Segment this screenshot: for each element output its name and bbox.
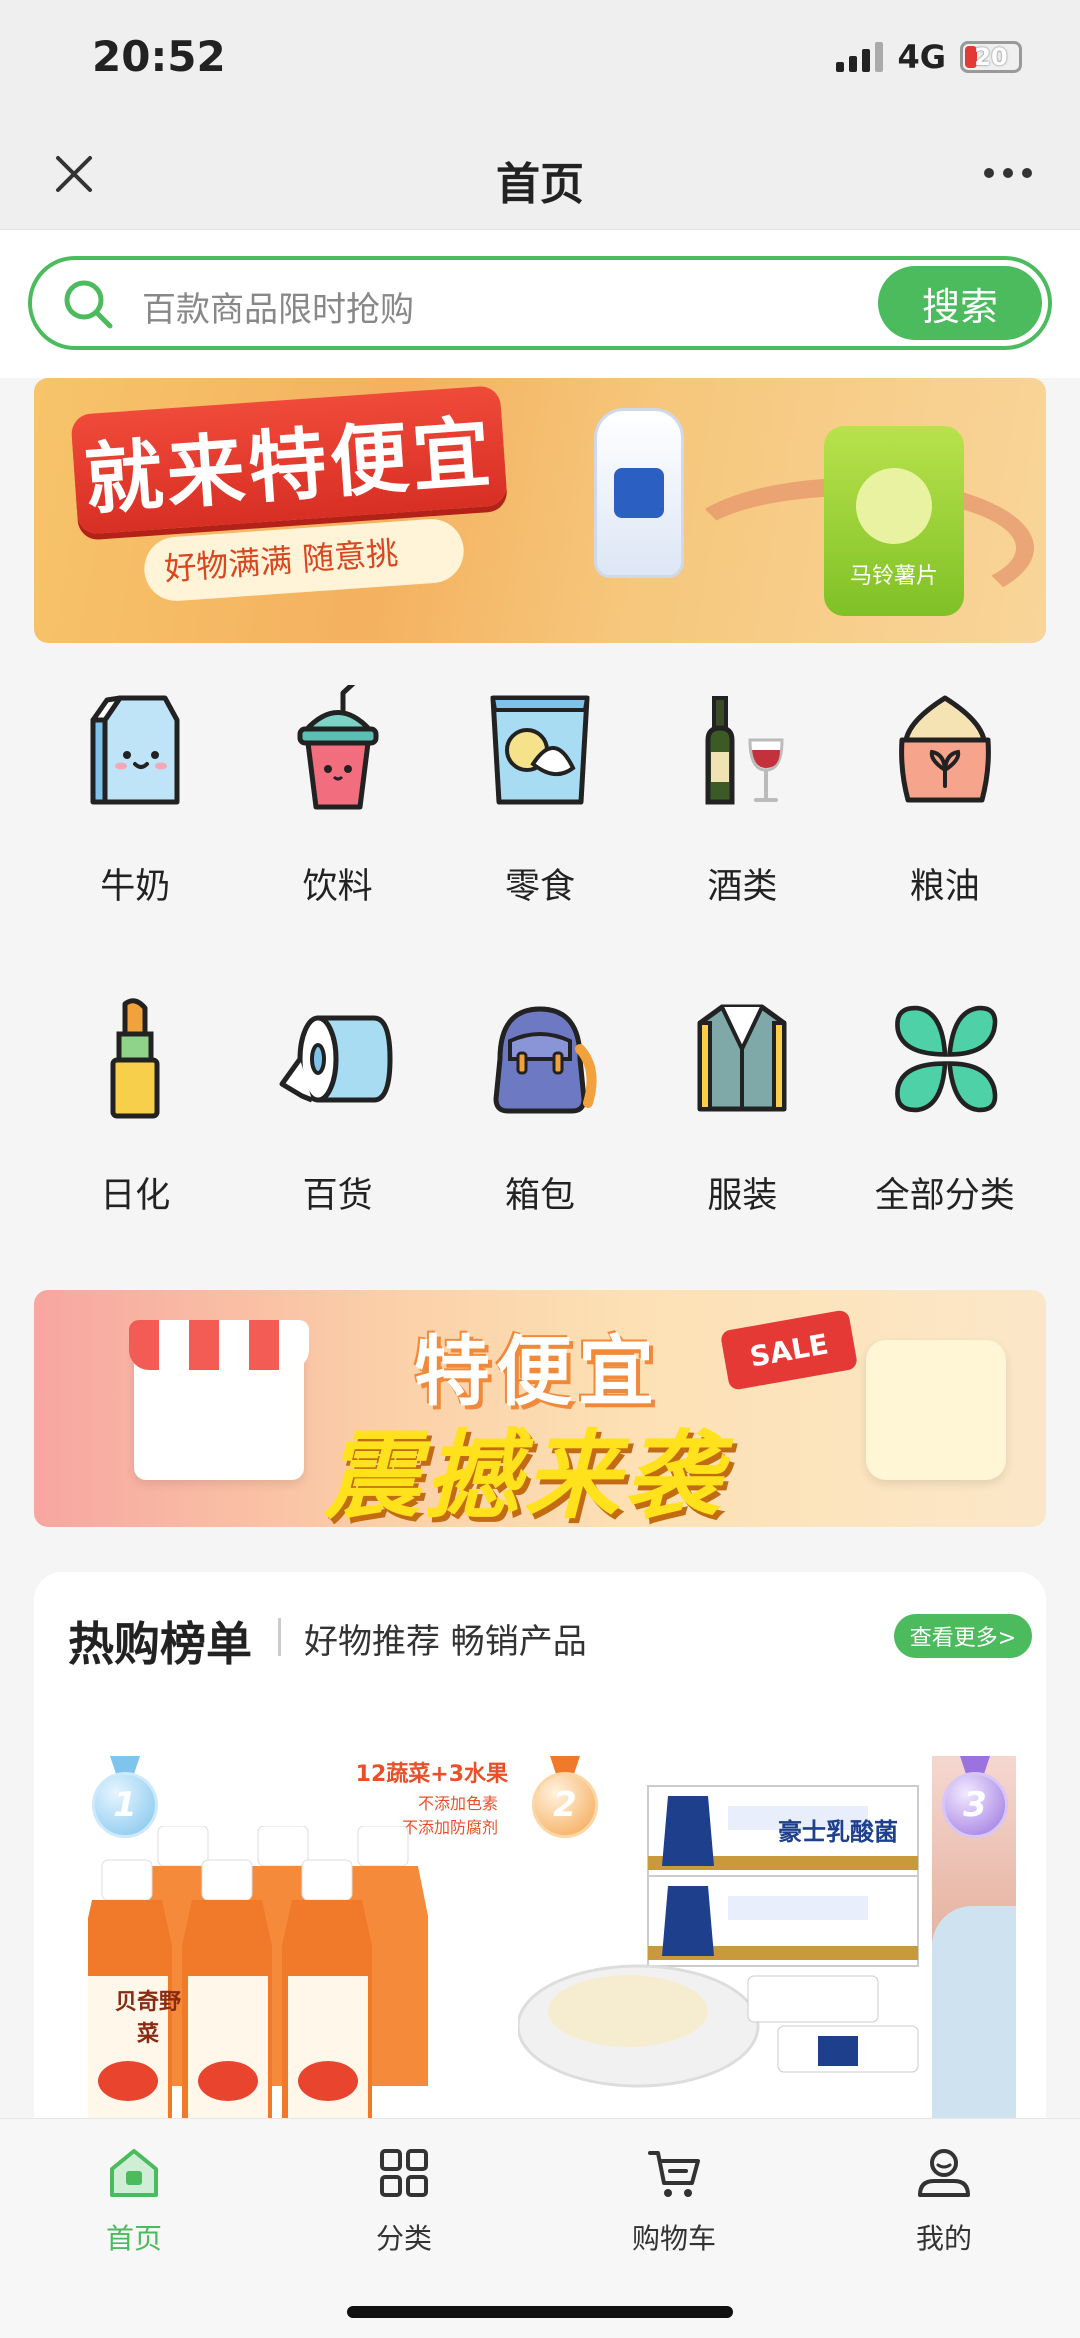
battery-level: 20 xyxy=(974,43,1008,71)
tab-profile[interactable]: 我的 xyxy=(844,2143,1044,2257)
signal-icon xyxy=(836,42,884,72)
banner-mid-subtitle: 震撼来袭 xyxy=(324,1420,724,1527)
category-grid: 牛奶 饮料 零食 酒类 粮油 日化 百货 箱包 服装 全部分类 xyxy=(34,680,1046,1234)
milk-carton-icon xyxy=(75,680,195,820)
suit-jacket-icon xyxy=(682,989,802,1129)
backpack-icon xyxy=(480,989,600,1129)
rank-badge: 3 xyxy=(938,1756,1012,1846)
hot-list-subtitle: 好物推荐 畅销产品 xyxy=(304,1622,587,1662)
tab-cart[interactable]: 购物车 xyxy=(574,2143,774,2257)
search-icon xyxy=(64,280,113,329)
rank-number: 3 xyxy=(942,1772,1008,1838)
category-label: 酒类 xyxy=(707,867,778,907)
tab-label: 首页 xyxy=(105,2222,162,2255)
category-general-goods[interactable]: 百货 xyxy=(236,989,438,1234)
tab-home[interactable]: 首页 xyxy=(34,2143,234,2257)
home-indicator xyxy=(347,2306,733,2318)
search-placeholder: 百款商品限时抢购 xyxy=(142,290,414,330)
bottom-tab-bar: 首页 分类 购物车 我的 xyxy=(0,2118,1080,2338)
product-card[interactable]: 12蔬菜+3水果 不添加色素 不添加防腐剂 贝奇野菜 1 xyxy=(68,1756,508,2132)
category-label: 粮油 xyxy=(909,867,980,907)
juice-bottles-image xyxy=(88,1826,428,2132)
search-area: 百款商品限时抢购 搜索 xyxy=(0,230,1080,378)
category-label: 服装 xyxy=(707,1176,778,1216)
divider xyxy=(278,1618,281,1656)
category-milk[interactable]: 牛奶 xyxy=(34,680,236,925)
rank-badge: 1 xyxy=(88,1756,162,1846)
hot-list-card: 热购榜单 好物推荐 畅销产品 查看更多> 12蔬菜+3水果 不添加色素 不添加防… xyxy=(34,1572,1046,2132)
category-label: 日化 xyxy=(100,1176,171,1216)
tissue-roll-icon xyxy=(278,989,398,1129)
grain-sack-icon xyxy=(885,680,1005,820)
home-icon xyxy=(110,2149,158,2197)
category-liquor[interactable]: 酒类 xyxy=(641,680,843,925)
category-label: 牛奶 xyxy=(100,867,171,907)
drink-cup-icon xyxy=(278,680,398,820)
category-bags[interactable]: 箱包 xyxy=(439,989,641,1234)
rank-number: 1 xyxy=(92,1772,158,1838)
rank-number: 2 xyxy=(532,1772,598,1838)
category-all[interactable]: 全部分类 xyxy=(844,989,1046,1234)
product-card[interactable]: 3 xyxy=(932,1756,1016,2132)
status-time: 20:52 xyxy=(92,32,226,81)
search-button[interactable]: 搜索 xyxy=(878,266,1042,340)
category-label: 饮料 xyxy=(302,867,373,907)
tab-label: 分类 xyxy=(375,2222,432,2255)
grid-icon xyxy=(380,2149,428,2197)
lipstick-icon xyxy=(75,989,195,1129)
hot-list-title: 热购榜单 xyxy=(68,1617,252,1671)
snack-bag-icon xyxy=(480,680,600,820)
category-label: 全部分类 xyxy=(874,1176,1015,1216)
network-label: 4G xyxy=(897,38,946,76)
user-icon xyxy=(918,2149,970,2197)
product-feature: 不添加色素 xyxy=(417,1794,498,1813)
battery-icon: 20 xyxy=(960,41,1022,73)
status-bar: 20:52 4G 20 xyxy=(0,0,1080,120)
category-label: 箱包 xyxy=(504,1176,575,1216)
gift-box-image xyxy=(866,1340,1006,1480)
product-brand: 豪士乳酸菌 xyxy=(778,1818,898,1846)
promo-banner-top[interactable]: 就来特便宜 好物满满 随意挑 马铃薯片 xyxy=(34,378,1046,643)
navigation-bar: 首页 xyxy=(0,120,1080,230)
category-clothing[interactable]: 服装 xyxy=(641,989,843,1234)
promo-banner-mid[interactable]: 特便宜 震撼来袭 SALE xyxy=(34,1290,1046,1527)
search-input[interactable]: 百款商品限时抢购 搜索 xyxy=(28,256,1052,350)
view-more-button[interactable]: 查看更多> xyxy=(894,1614,1032,1658)
tab-label: 购物车 xyxy=(631,2222,716,2255)
wine-icon xyxy=(682,680,802,820)
product-tagline: 12蔬菜+3水果 xyxy=(355,1762,508,1787)
status-indicators: 4G 20 xyxy=(836,38,1022,76)
tab-category[interactable]: 分类 xyxy=(304,2143,504,2257)
product-brand: 贝奇野菜 xyxy=(114,1990,181,2047)
page-title: 首页 xyxy=(496,159,584,210)
more-dots-icon[interactable] xyxy=(984,168,1032,178)
cart-icon xyxy=(648,2151,700,2197)
product-card[interactable]: 豪士乳酸菌 2 xyxy=(508,1756,938,2132)
category-label: 百货 xyxy=(302,1176,373,1216)
rank-badge: 2 xyxy=(528,1756,602,1846)
category-daily-chem[interactable]: 日化 xyxy=(34,989,236,1234)
tab-label: 我的 xyxy=(915,2222,972,2255)
category-grain-oil[interactable]: 粮油 xyxy=(844,680,1046,925)
clover-icon xyxy=(885,989,1005,1129)
category-label: 零食 xyxy=(504,867,575,907)
category-drinks[interactable]: 饮料 xyxy=(236,680,438,925)
sale-tag: SALE xyxy=(719,1309,859,1391)
chips-label: 马铃薯片 xyxy=(849,564,938,589)
category-snacks[interactable]: 零食 xyxy=(439,680,641,925)
